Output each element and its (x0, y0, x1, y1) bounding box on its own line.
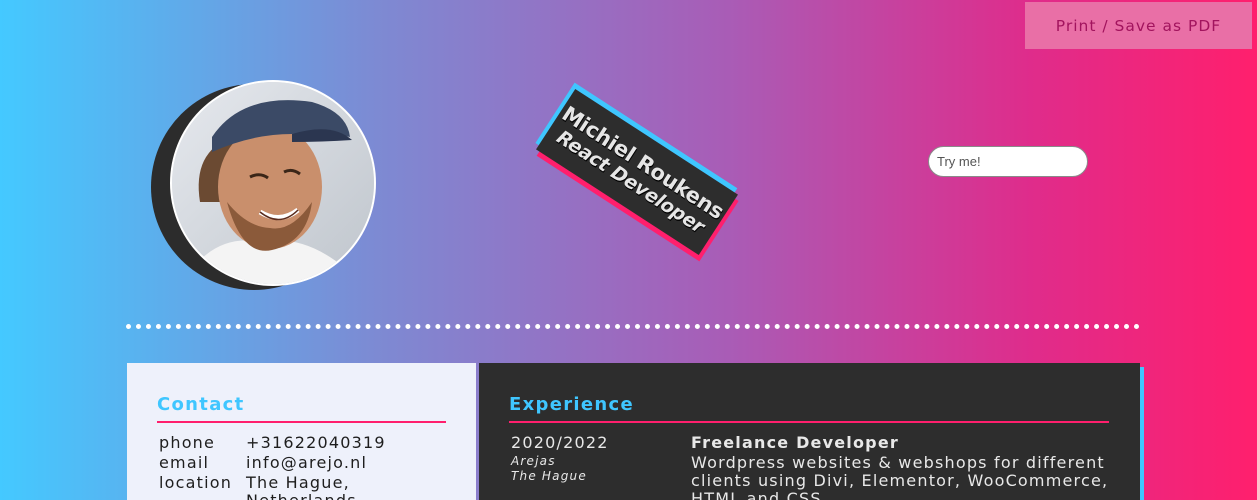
experience-description-line: Wordpress websites & webshops for differ… (691, 453, 1105, 472)
dotted-divider (126, 324, 1140, 329)
name-badge: Michiel Roukens React Developer (535, 82, 739, 262)
phone-value[interactable]: +31622040319 (246, 433, 386, 453)
experience-description-line: clients using Divi, Elementor, WooCommer… (691, 471, 1109, 490)
try-me-input[interactable] (928, 146, 1088, 177)
email-label: email (159, 453, 210, 472)
experience-title-underline (509, 421, 1109, 423)
experience-position: Freelance Developer (691, 433, 899, 452)
location-label: location (159, 473, 233, 492)
profile-photo-icon (172, 82, 374, 284)
location-value-line1: The Hague, (246, 473, 350, 492)
experience-company: Arejas (511, 454, 556, 468)
experience-title: Experience (509, 394, 634, 415)
avatar (170, 80, 376, 286)
contact-title-underline (157, 421, 446, 423)
print-save-pdf-button[interactable]: Print / Save as PDF (1025, 2, 1252, 49)
phone-label: phone (159, 433, 216, 452)
experience-card: Experience 2020/2022 Arejas The Hague Fr… (479, 363, 1140, 500)
location-value-line2: Netherlands (246, 491, 357, 500)
profile-avatar-group (151, 80, 376, 290)
experience-city: The Hague (511, 469, 587, 483)
contact-title: Contact (157, 394, 245, 415)
experience-description-line: HTML and CSS (691, 489, 822, 500)
experience-period: 2020/2022 (511, 433, 609, 452)
email-value[interactable]: info@arejo.nl (246, 453, 367, 473)
contact-card: Contact phone +31622040319 email info@ar… (127, 363, 476, 500)
